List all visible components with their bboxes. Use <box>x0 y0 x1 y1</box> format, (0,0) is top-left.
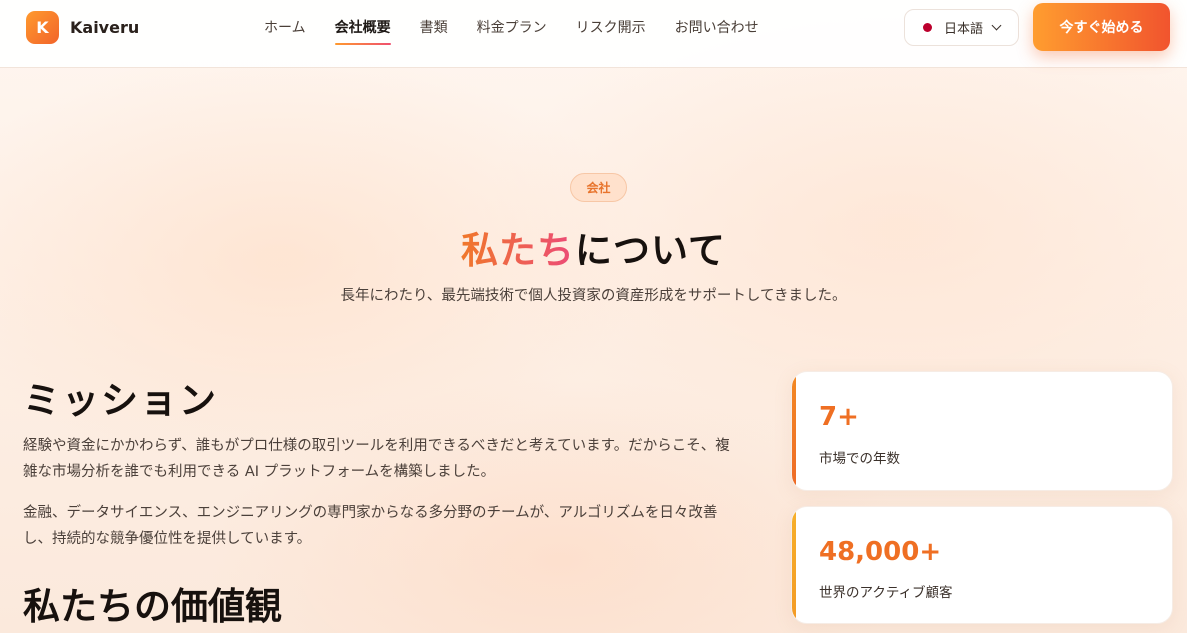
nav-item-contact[interactable]: お問い合わせ <box>675 17 759 45</box>
nav-item-pricing[interactable]: 料金プラン <box>477 17 547 45</box>
nav-item-about[interactable]: 会社概要 <box>334 17 391 45</box>
nav-item-home[interactable]: ホーム <box>264 17 306 45</box>
page-subtitle: 長年にわたり、最先端技術で個人投資家の資産形成をサポートしてきました。 <box>340 288 847 304</box>
language-label: 日本語 <box>944 22 984 37</box>
language-selector[interactable]: 日本語 <box>904 9 1019 46</box>
get-started-button[interactable]: 今すぐ始める <box>1033 3 1170 51</box>
stat-card-customers: 48,000+ 世界のアクティブ顧客 <box>791 506 1173 624</box>
stat-label: 世界のアクティブ顧客 <box>819 585 953 601</box>
logo-icon: K <box>26 11 59 44</box>
stat-card-years: 7+ 市場での年数 <box>791 371 1173 491</box>
stat-value: 7+ <box>819 402 859 432</box>
site-header: K Kaiveru ホーム 会社概要 書類 料金プラン リスク開示 お問い合わせ… <box>0 0 1187 68</box>
nav-item-risk-disclosure[interactable]: リスク開示 <box>576 17 646 45</box>
stat-label: 市場での年数 <box>819 451 900 467</box>
values-heading: 私たちの価値観 <box>23 585 282 628</box>
title-rest: について <box>575 229 726 272</box>
mission-heading: ミッション <box>23 379 218 422</box>
stat-value: 48,000+ <box>819 537 942 567</box>
chevron-down-icon <box>991 20 1002 31</box>
section-badge: 会社 <box>570 173 627 202</box>
main-nav: ホーム 会社概要 書類 料金プラン リスク開示 お問い合わせ <box>264 17 759 45</box>
japan-flag-icon <box>923 23 932 32</box>
title-accent: 私たち <box>461 229 576 272</box>
mission-paragraph-2: 金融、データサイエンス、エンジニアリングの専門家からなる多分野のチームが、アルゴ… <box>23 505 718 547</box>
page-title: 私たちについて <box>0 220 1187 274</box>
brand-name: Kaiveru <box>70 18 140 37</box>
brand-logo[interactable]: K Kaiveru <box>26 11 139 44</box>
mission-paragraph-1: 経験や資金にかかわらず、誰もがプロ仕様の取引ツールを利用できるべきだと考えていま… <box>23 438 730 480</box>
nav-item-documents[interactable]: 書類 <box>420 17 448 45</box>
